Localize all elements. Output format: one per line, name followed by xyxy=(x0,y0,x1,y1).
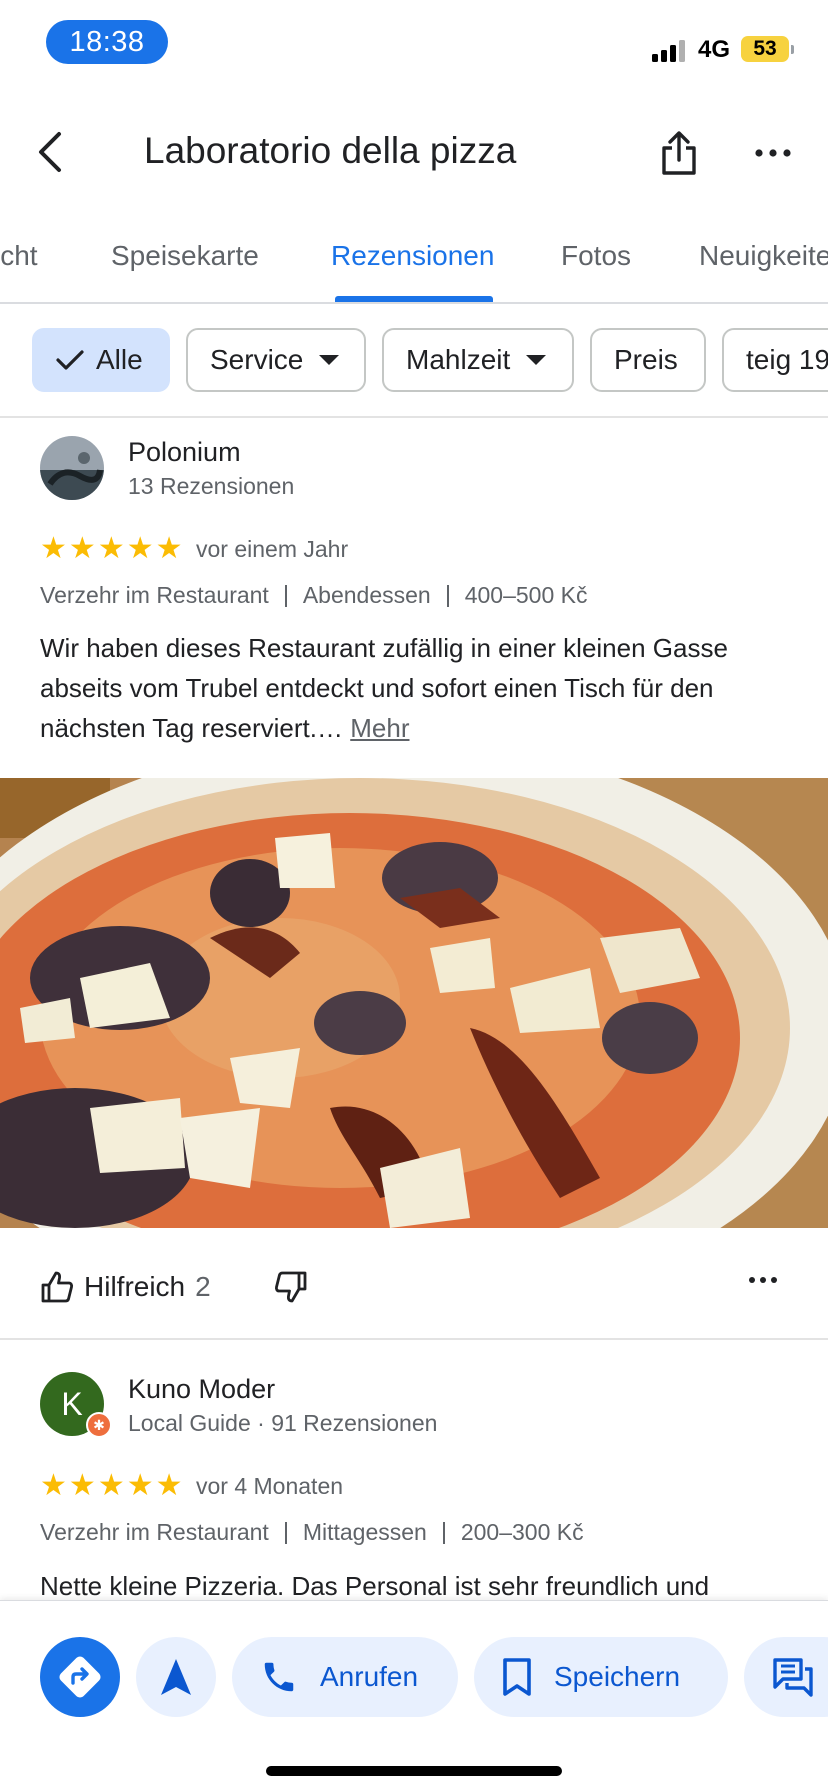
read-more-link[interactable]: Mehr xyxy=(350,713,409,743)
reviewer-avatar[interactable] xyxy=(40,436,104,500)
more-horizontal-icon xyxy=(755,149,791,157)
star-icon: ★ xyxy=(40,532,67,565)
review-date: vor 4 Monaten xyxy=(196,1473,344,1499)
phone-icon xyxy=(264,1662,294,1692)
directions-button[interactable] xyxy=(40,1637,120,1717)
review-tags: Verzehr im Restaurant Abendessen 400–500… xyxy=(40,582,588,609)
dropdown-caret-icon xyxy=(526,355,547,365)
save-label: Speichern xyxy=(554,1661,681,1692)
more-options-button[interactable] xyxy=(742,122,804,184)
dropdown-caret-icon xyxy=(319,355,340,365)
battery-icon: 53 xyxy=(741,36,789,62)
avatar-photo xyxy=(40,436,104,500)
tag-separator xyxy=(284,584,287,607)
review-more-options-button[interactable] xyxy=(748,1272,788,1306)
filter-chip-service[interactable]: Service xyxy=(186,328,366,392)
reviewer-name[interactable]: Kuno Moder xyxy=(128,1374,275,1405)
star-icon: ★ xyxy=(68,1469,96,1502)
home-indicator[interactable] xyxy=(266,1766,562,1776)
back-arrow-icon xyxy=(39,132,61,172)
bottom-action-bar: Anrufen Speichern xyxy=(0,1600,828,1792)
tag-separator xyxy=(446,584,449,607)
status-bar: 18:38 4G 53 xyxy=(0,0,828,90)
filter-chip-label: Preis xyxy=(614,344,678,375)
tab-updates[interactable]: Neuigkeiten xyxy=(699,240,828,272)
navigation-arrow-icon xyxy=(161,1659,191,1695)
call-button[interactable]: Anrufen xyxy=(232,1637,458,1717)
filter-chip-row: Alle Service Mahlzeit Preis teig 19 xyxy=(0,328,828,394)
review-tag-meal: Abendessen xyxy=(302,582,431,608)
rating-stars: ★ ★ ★ ★ ★ xyxy=(40,1471,183,1501)
review-tag-price: 400–500 Kč xyxy=(464,582,588,608)
review-tag-service: Verzehr im Restaurant xyxy=(40,1519,269,1545)
star-icon: ★ xyxy=(97,1469,125,1502)
review-tags: Verzehr im Restaurant Mittagessen 200–30… xyxy=(40,1519,584,1546)
filter-chip-all[interactable]: Alle xyxy=(32,328,170,392)
share-icon xyxy=(662,131,696,175)
review-text: Wir haben dieses Restaurant zufällig in … xyxy=(40,628,780,748)
tab-overview[interactable]: icht xyxy=(0,240,38,272)
tab-reviews[interactable]: Rezensionen xyxy=(331,240,494,272)
back-button[interactable] xyxy=(20,122,80,182)
review-photo[interactable] xyxy=(0,778,828,1228)
helpful-button[interactable]: Hilfreich 2 xyxy=(40,1270,211,1304)
more-horizontal-icon xyxy=(749,1277,777,1283)
check-icon xyxy=(56,350,84,370)
message-button[interactable] xyxy=(744,1637,828,1717)
start-navigation-button[interactable] xyxy=(136,1637,216,1717)
share-button[interactable] xyxy=(648,122,710,184)
page-title: Laboratorio della pizza xyxy=(144,130,517,171)
rating-stars: ★ ★ ★ ★ ★ xyxy=(40,534,183,564)
divider xyxy=(0,1338,828,1340)
helpful-label: Hilfreich xyxy=(84,1271,186,1302)
tab-photos[interactable]: Fotos xyxy=(561,240,631,272)
call-label: Anrufen xyxy=(320,1661,419,1692)
divider xyxy=(0,416,828,418)
save-button[interactable]: Speichern xyxy=(474,1637,728,1717)
filter-chip-label: teig 19 xyxy=(746,344,828,375)
filter-chip-price[interactable]: Preis xyxy=(590,328,706,392)
star-icon: ★ xyxy=(126,1469,154,1502)
header: Laboratorio della pizza xyxy=(0,110,828,194)
network-label: 4G xyxy=(698,36,731,63)
filter-chip-label: Alle xyxy=(96,344,143,375)
battery-nub xyxy=(791,45,794,54)
filter-chip-meal[interactable]: Mahlzeit xyxy=(382,328,574,392)
filter-chip-topic[interactable]: teig 19 xyxy=(722,328,828,392)
signal-icon xyxy=(652,38,690,62)
chat-icon xyxy=(773,1658,813,1697)
bookmark-icon xyxy=(503,1658,531,1696)
tag-separator xyxy=(284,1521,287,1544)
star-icon: ★ xyxy=(68,532,96,565)
filter-chip-label: Service xyxy=(210,344,304,375)
tab-bar: icht Speisekarte Rezensionen Fotos Neuig… xyxy=(0,226,828,304)
not-helpful-button[interactable] xyxy=(274,1270,312,1308)
helpful-count: 2 xyxy=(195,1271,211,1302)
active-tab-indicator xyxy=(335,296,493,302)
star-icon: ★ xyxy=(155,532,183,565)
tag-separator xyxy=(442,1521,445,1544)
thumbs-down-icon xyxy=(274,1271,307,1303)
reviewer-review-count: Local Guide · 91 Rezensionen xyxy=(128,1410,438,1436)
review-tag-price: 200–300 Kč xyxy=(460,1519,584,1545)
reviewer-name[interactable]: Polonium xyxy=(128,437,241,468)
pizza-photo xyxy=(0,778,828,1228)
star-icon: ★ xyxy=(40,1469,67,1502)
star-icon: ★ xyxy=(155,1469,183,1502)
thumbs-up-icon xyxy=(41,1271,74,1303)
directions-icon xyxy=(59,1656,101,1698)
review-tag-meal: Mittagessen xyxy=(302,1519,427,1545)
review-date: vor einem Jahr xyxy=(196,536,349,562)
filter-chip-label: Mahlzeit xyxy=(406,344,511,375)
star-icon: ★ xyxy=(97,532,125,565)
local-guide-badge-icon: ✱ xyxy=(86,1412,112,1438)
tab-menu[interactable]: Speisekarte xyxy=(111,240,259,272)
status-time: 18:38 xyxy=(46,20,168,64)
review-tag-service: Verzehr im Restaurant xyxy=(40,582,269,608)
star-icon: ★ xyxy=(126,532,154,565)
reviewer-review-count: 13 Rezensionen xyxy=(128,473,295,499)
